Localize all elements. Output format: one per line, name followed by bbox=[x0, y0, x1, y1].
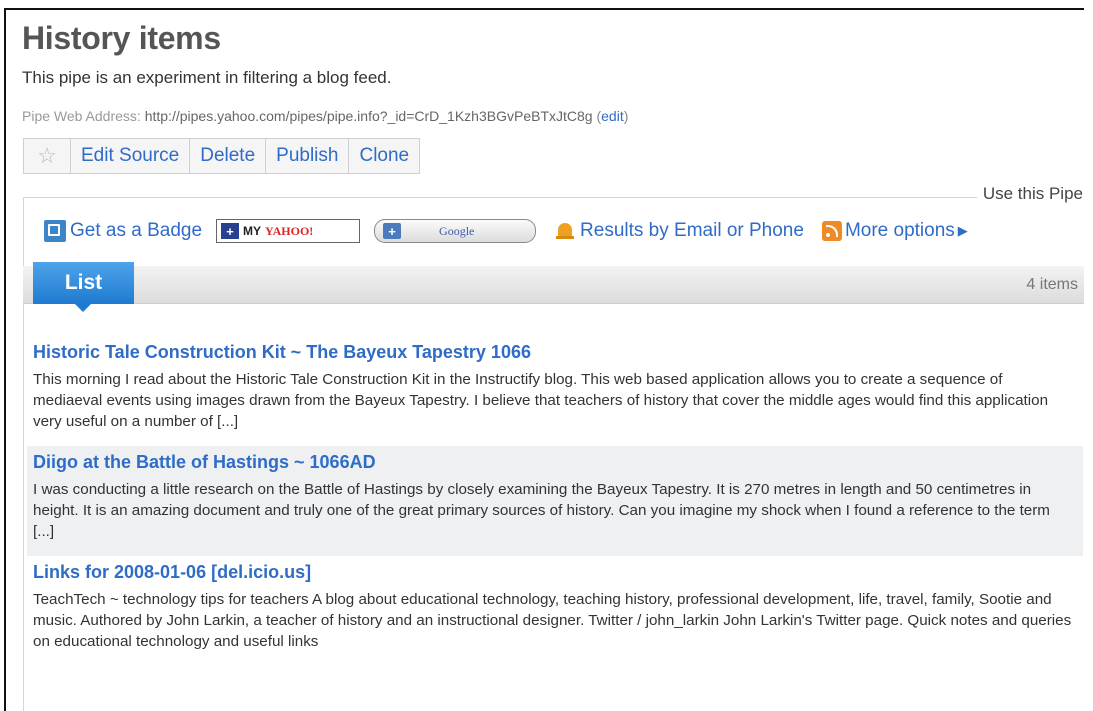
list-header-bar: List 4 items bbox=[23, 262, 1084, 312]
list-item: Historic Tale Construction Kit ~ The Bay… bbox=[33, 336, 1083, 446]
list-item: Links for 2008-01-06 [del.icio.us] Teach… bbox=[33, 556, 1083, 666]
yahoo-logo: YAHOO! bbox=[265, 223, 314, 238]
star-icon[interactable]: ☆ bbox=[24, 139, 71, 173]
edit-address-link[interactable]: edit bbox=[601, 108, 624, 124]
item-summary: This morning I read about the Historic T… bbox=[33, 371, 1049, 430]
bell-icon bbox=[554, 220, 576, 242]
item-summary: TeachTech ~ technology tips for teachers… bbox=[33, 591, 1072, 650]
item-title-link[interactable]: Historic Tale Construction Kit ~ The Bay… bbox=[33, 342, 1083, 363]
more-options-link[interactable]: More options ▶ bbox=[804, 220, 968, 242]
get-as-badge-link[interactable]: Get as a Badge bbox=[44, 220, 202, 242]
result-list: Historic Tale Construction Kit ~ The Bay… bbox=[27, 336, 1083, 666]
add-to-google-button[interactable]: + Google bbox=[374, 219, 537, 243]
pipe-description: This pipe is an experiment in filtering … bbox=[22, 68, 392, 87]
address-url: http://pipes.yahoo.com/pipes/pipe.info?_… bbox=[144, 108, 593, 124]
address-close-paren: ) bbox=[623, 108, 629, 124]
my-yahoo-my-text: MY bbox=[243, 224, 262, 238]
pipe-title: History items bbox=[22, 20, 221, 56]
plus-icon: + bbox=[383, 223, 402, 239]
results-by-email-or-phone-label: Results by Email or Phone bbox=[580, 220, 804, 241]
delete-button[interactable]: Delete bbox=[190, 139, 267, 173]
edit-source-button[interactable]: Edit Source bbox=[71, 139, 191, 173]
list-item: Diigo at the Battle of Hastings ~ 1066AD… bbox=[27, 446, 1083, 556]
google-logo: Google bbox=[439, 223, 475, 238]
get-as-badge-label: Get as a Badge bbox=[70, 220, 203, 241]
use-pipe-options: Get as a Badge + MY YAHOO! + Google Resu… bbox=[44, 216, 968, 246]
results-by-email-or-phone-link[interactable]: Results by Email or Phone bbox=[536, 220, 804, 242]
badge-icon bbox=[44, 220, 66, 242]
more-options-label: More options bbox=[844, 220, 955, 241]
triangle-right-icon: ▶ bbox=[957, 223, 968, 238]
rss-icon bbox=[821, 221, 842, 241]
plus-icon: + bbox=[221, 223, 240, 239]
add-to-my-yahoo-button[interactable]: + MY YAHOO! bbox=[216, 219, 361, 243]
publish-button[interactable]: Publish bbox=[266, 139, 350, 173]
item-title-link[interactable]: Diigo at the Battle of Hastings ~ 1066AD bbox=[33, 452, 1083, 473]
item-title-link[interactable]: Links for 2008-01-06 [del.icio.us] bbox=[33, 562, 1083, 583]
pipe-web-address: Pipe Web Address: http://pipes.yahoo.com… bbox=[22, 108, 628, 124]
use-this-pipe-heading: Use this Pipe bbox=[976, 184, 1089, 204]
clone-button[interactable]: Clone bbox=[349, 139, 419, 173]
pipe-toolbar: ☆ Edit Source Delete Publish Clone bbox=[23, 138, 421, 174]
tab-list[interactable]: List bbox=[33, 262, 134, 312]
item-count: 4 items bbox=[1026, 276, 1078, 293]
address-label: Pipe Web Address: bbox=[22, 108, 141, 124]
item-summary: I was conducting a little research on th… bbox=[33, 481, 1050, 540]
